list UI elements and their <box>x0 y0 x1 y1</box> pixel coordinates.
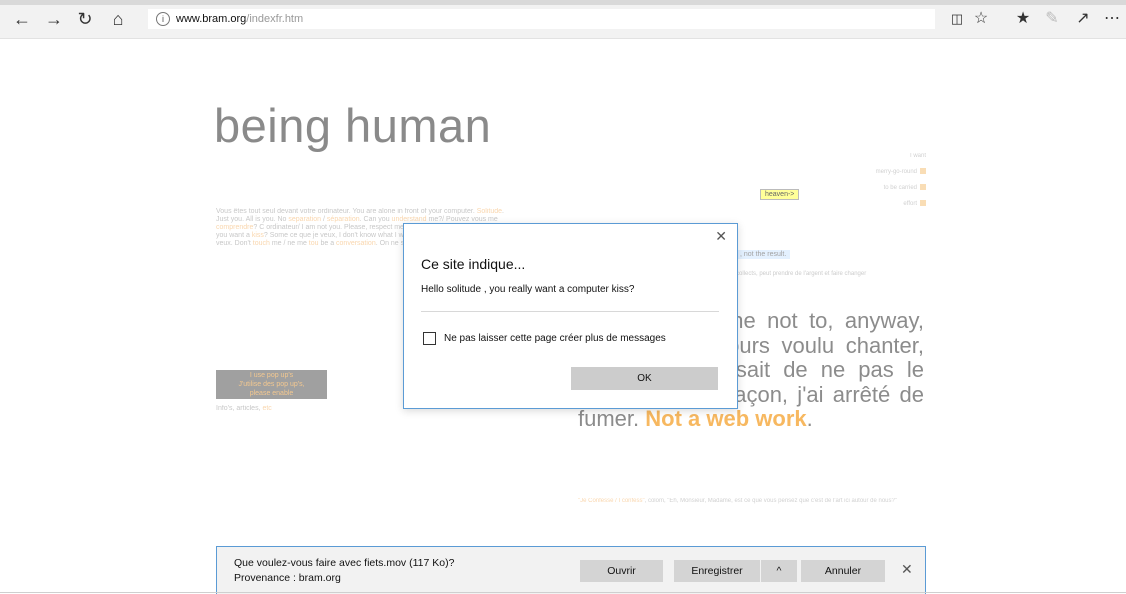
intro-link[interactable]: conversation <box>336 240 376 247</box>
dialog-divider <box>421 311 719 312</box>
want-list: I want merry-go-round to be carried effo… <box>876 148 926 212</box>
want-item[interactable]: merry-go-round <box>876 164 926 180</box>
infos-links: Info's, articles, etc <box>216 405 272 412</box>
address-path: /indexfr.htm <box>246 13 304 25</box>
address-bar[interactable]: i www.bram.org/indexfr.htm <box>148 9 935 29</box>
download-close-icon[interactable]: ✕ <box>901 561 913 578</box>
address-host: www.bram.org <box>176 13 247 25</box>
intro-fragment: me?/ Pouvez vous me <box>426 216 498 223</box>
web-note-pen-icon[interactable]: ✎ <box>1041 9 1063 29</box>
alert-dialog: ✕ Ce site indique... Hello solitude , yo… <box>403 223 738 409</box>
tab-strip <box>0 0 1126 5</box>
intro-fragment: ? C <box>253 224 265 231</box>
not-a-web-work-link[interactable]: Not a web work <box>645 406 806 431</box>
intro-link[interactable]: separation <box>288 216 321 223</box>
download-source: Provenance : bram.org <box>234 572 341 584</box>
share-icon[interactable]: ↗ <box>1072 9 1094 29</box>
back-icon[interactable]: ← <box>10 9 34 29</box>
want-heading: I want <box>909 153 926 159</box>
open-button[interactable]: Ouvrir <box>580 560 663 582</box>
forward-icon[interactable]: → <box>42 9 66 29</box>
save-button[interactable]: Enregistrer <box>674 560 760 582</box>
reading-view-icon[interactable]: ◫ <box>946 9 968 29</box>
not-result-text: , not the result. <box>736 250 791 259</box>
intro-link[interactable]: séparation <box>327 216 360 223</box>
suppress-messages-label[interactable]: Ne pas laisser cette page créer plus de … <box>444 333 666 344</box>
faded-note: collects, peut prendre de l'argent et fa… <box>736 271 867 277</box>
intro-fragment: Vous êtes tout seul devant votre ordinat… <box>216 208 477 215</box>
intro-link[interactable]: Solitude <box>477 208 502 215</box>
etc-link[interactable]: etc <box>262 405 271 412</box>
intro-link[interactable]: comprendre <box>216 224 253 231</box>
caption: "Je Confesse / I confess", colom, "Eh, M… <box>578 498 897 504</box>
download-bar: Que voulez-vous faire avec fiets.mov (11… <box>216 546 926 594</box>
intro-link[interactable]: kiss <box>252 232 264 239</box>
save-options-chevron-icon[interactable]: ^ <box>761 560 797 582</box>
dialog-title: Ce site indique... <box>421 256 526 272</box>
ok-button[interactable]: OK <box>571 367 718 390</box>
home-icon[interactable]: ⌂ <box>106 9 130 29</box>
dialog-message: Hello solitude , you really want a compu… <box>421 284 635 295</box>
info-icon[interactable]: i <box>156 12 170 27</box>
refresh-icon[interactable]: ↻ <box>73 9 97 29</box>
intro-fragment: ordinateur/ I am not you. Please, respec… <box>264 224 408 231</box>
caption-link[interactable]: "Je Confesse / I confess" <box>578 498 645 504</box>
popups-notice: I use pop up's J'utilise des pop up's, p… <box>216 370 327 399</box>
want-item[interactable]: to be carried <box>876 180 926 196</box>
intro-link[interactable]: tou <box>309 240 319 247</box>
favorites-hub-icon[interactable]: ★ <box>1012 9 1034 29</box>
dialog-close-icon[interactable]: ✕ <box>715 228 727 245</box>
want-item[interactable]: effort <box>876 196 926 212</box>
favorite-star-icon[interactable]: ☆ <box>970 9 992 29</box>
page-title: being human <box>214 99 492 152</box>
intro-link[interactable]: touch <box>253 240 270 247</box>
cancel-button[interactable]: Annuler <box>801 560 885 582</box>
more-menu-icon[interactable]: ⋯ <box>1101 9 1123 29</box>
download-question: Que voulez-vous faire avec fiets.mov (11… <box>234 557 455 569</box>
browser-toolbar: ← → ↻ ⌂ i www.bram.org/indexfr.htm ◫ ☆ ★ … <box>0 0 1126 39</box>
intro-fragment: me / ne me <box>269 240 309 247</box>
intro-link[interactable]: understand <box>392 216 427 223</box>
intro-fragment: . Can you <box>359 216 392 223</box>
intro-fragment: be a <box>318 240 337 247</box>
heaven-link[interactable]: heaven-> <box>760 189 800 200</box>
suppress-messages-checkbox[interactable] <box>423 332 436 345</box>
